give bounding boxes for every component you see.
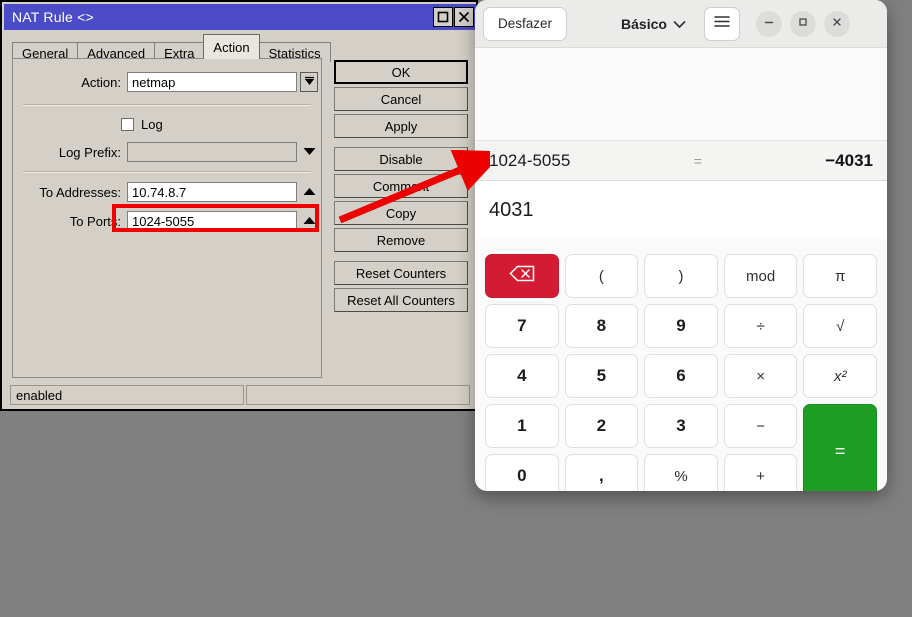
maximize-button[interactable] [790,11,816,37]
reset-all-counters-button[interactable]: Reset All Counters [334,288,468,312]
key-8[interactable]: 8 [565,304,639,348]
key-subtract[interactable]: − [724,404,798,448]
nat-rule-title-buttons [432,7,476,27]
log-prefix-expand-button[interactable] [300,142,318,162]
ok-button[interactable]: OK [334,60,468,84]
display-value: 4031 [489,199,534,222]
key-open-paren[interactable]: ( [565,254,639,298]
key-3[interactable]: 3 [644,404,718,448]
to-addresses-row: To Addresses: 10.74.8.7 [13,181,321,203]
window-controls [756,11,850,37]
nat-rule-tabstrip: General Advanced Extra Action Statistics [12,33,330,59]
action-field-row: Action: netmap [13,71,321,93]
to-ports-label: To Ports: [13,214,127,229]
status-secondary [246,385,470,405]
comment-button[interactable]: Comment [334,174,468,198]
minimize-button[interactable] [756,11,782,37]
log-prefix-label: Log Prefix: [13,145,127,160]
maximize-icon [797,15,809,33]
status-enabled: enabled [10,385,244,405]
close-icon [831,15,843,33]
calculator-display[interactable]: 4031 [475,181,887,239]
to-addresses-label: To Addresses: [13,185,127,200]
calculator-blank-area [475,48,887,140]
log-checkbox[interactable] [121,118,134,131]
cancel-button[interactable]: Cancel [334,87,468,111]
key-2[interactable]: 2 [565,404,639,448]
nat-rule-window: NAT Rule <> General Advanced Extra Actio… [0,0,478,411]
divider-top [23,104,311,106]
key-5[interactable]: 5 [565,354,639,398]
key-6[interactable]: 6 [644,354,718,398]
triangle-down-icon [303,143,316,161]
triangle-up-icon [303,212,316,230]
mode-label: Básico [621,16,667,32]
triangle-up-icon [303,183,316,201]
action-label: Action: [13,75,127,90]
nat-rule-title: NAT Rule <> [4,9,94,25]
copy-button[interactable]: Copy [334,201,468,225]
log-label: Log [134,117,163,132]
key-square-root[interactable]: √ [803,304,877,348]
to-ports-row: To Ports: 1024-5055 [13,210,321,232]
key-mod[interactable]: mod [724,254,798,298]
key-9[interactable]: 9 [644,304,718,348]
history-expression: 1024-5055 [489,151,570,171]
log-prefix-input[interactable] [127,142,297,162]
calculator-header: Desfazer Básico [475,0,887,48]
action-tab-panel: Action: netmap Log Log Prefix: [12,58,322,378]
backspace-icon [509,265,535,287]
nat-rule-button-column: OK Cancel Apply Disable Comment Copy Rem… [334,60,468,315]
status-bar: enabled [10,385,470,405]
close-button[interactable] [824,11,850,37]
maximize-button[interactable] [433,7,453,27]
menu-button[interactable] [704,7,740,41]
to-addresses-input[interactable]: 10.74.8.7 [127,182,297,202]
calculator-history-row[interactable]: 1024-5055 = −4031 [475,140,887,181]
key-multiply[interactable]: × [724,354,798,398]
to-ports-input[interactable]: 1024-5055 [127,211,297,231]
tab-action[interactable]: Action [203,34,259,59]
log-prefix-row: Log Prefix: [13,141,321,163]
nat-rule-titlebar[interactable]: NAT Rule <> [4,4,476,30]
calculator-window: Desfazer Básico [475,0,887,491]
calculator-keypad: ( ) mod π 7 8 9 ÷ √ 4 5 6 × x² 1 2 3 − =… [475,248,887,491]
key-percent[interactable]: % [644,454,718,491]
history-result: −4031 [825,151,873,171]
mode-selector[interactable]: Básico [621,16,686,32]
key-divide[interactable]: ÷ [724,304,798,348]
key-7[interactable]: 7 [485,304,559,348]
key-square[interactable]: x² [803,354,877,398]
key-decimal-separator[interactable]: , [565,454,639,491]
disable-button[interactable]: Disable [334,147,468,171]
key-add[interactable]: + [724,454,798,491]
divider-bottom [23,171,311,173]
key-pi[interactable]: π [803,254,877,298]
calculator-separator [475,239,887,248]
log-checkbox-row: Log [13,113,321,135]
key-backspace[interactable] [485,254,559,298]
undo-button[interactable]: Desfazer [483,7,567,41]
maximize-icon [437,11,449,23]
key-1[interactable]: 1 [485,404,559,448]
close-button[interactable] [454,7,474,27]
to-ports-expand-button[interactable] [300,211,318,231]
reset-counters-button[interactable]: Reset Counters [334,261,468,285]
hamburger-icon [714,15,730,33]
chevron-down-icon [304,73,315,91]
action-input[interactable]: netmap [127,72,297,92]
to-addresses-expand-button[interactable] [300,182,318,202]
key-0[interactable]: 0 [485,454,559,491]
apply-button[interactable]: Apply [334,114,468,138]
nat-rule-body: General Advanced Extra Action Statistics… [4,30,476,409]
remove-button[interactable]: Remove [334,228,468,252]
action-dropdown-button[interactable] [300,72,318,92]
close-icon [458,11,470,23]
key-equals[interactable]: = [803,404,877,491]
minimize-icon [763,15,775,33]
history-equals-sign: = [694,153,702,169]
key-close-paren[interactable]: ) [644,254,718,298]
key-4[interactable]: 4 [485,354,559,398]
chevron-down-icon [673,16,686,32]
